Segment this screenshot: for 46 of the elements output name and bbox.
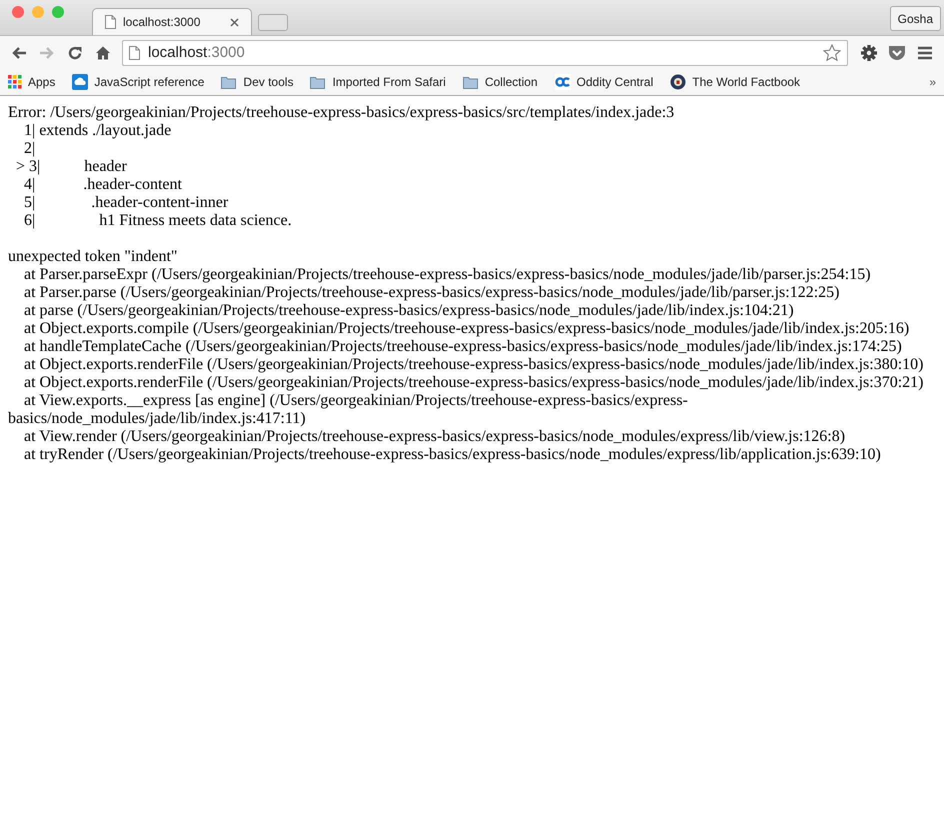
bookmark[interactable]: Oddity Central bbox=[554, 74, 654, 90]
bookmark[interactable]: Imported From Safari bbox=[310, 75, 446, 89]
folder-icon bbox=[310, 76, 326, 88]
pocket-icon[interactable] bbox=[888, 44, 906, 60]
bookmark[interactable]: Collection bbox=[462, 75, 538, 89]
page-icon bbox=[105, 15, 116, 29]
folder-icon bbox=[221, 76, 238, 88]
apps-grid-icon bbox=[8, 75, 22, 89]
error-text-line: at tryRender (/Users/georgeakinian/Projects/treehouse-express-basics/express-basics/node_modules/express/lib/application.js:639:10) bbox=[23, 446, 882, 464]
seal-icon bbox=[670, 74, 686, 90]
error-text-line: 6| h1 Fitness meets data science. bbox=[23, 212, 293, 230]
error-text-line: at Object.exports.renderFile (/Users/georgeakinian/Projects/treehouse-express-basics/express-basics/node_modules/jade/lib/index.js:370:21) bbox=[23, 374, 924, 392]
error-text-line: at View.render (/Users/georgeakinian/Projects/treehouse-express-basics/express-basics/node_modules/express/lib/view.js:126:8) bbox=[23, 428, 846, 446]
error-text-line: 4| .header-content bbox=[23, 176, 183, 194]
profile-button[interactable]: Gosha bbox=[890, 6, 941, 31]
page-icon bbox=[129, 46, 140, 60]
error-text-line: at parse (/Users/georgeakinian/Projects/treehouse-express-basics/express-basics/node_modules/jade/lib/index.js:104:21) bbox=[23, 302, 795, 320]
reload-icon[interactable] bbox=[67, 44, 83, 60]
error-text-line: at View.exports.__express [as engine] (/Users/georgeakinian/Projects/treehouse-express-basics/express-basics/node_modules/jade/lib/index.js:417:11) bbox=[8, 392, 689, 428]
error-text-line: 2| bbox=[23, 140, 36, 158]
bookmark[interactable]: Dev tools bbox=[221, 75, 294, 89]
error-text-line: at Parser.parseExpr (/Users/georgeakinian/Projects/treehouse-express-basics/express-basics/node_modules/jade/lib/parser.js:254:15) bbox=[23, 266, 872, 284]
cloud-icon bbox=[72, 74, 88, 90]
home-icon[interactable] bbox=[95, 44, 111, 60]
error-text-line: at Object.exports.renderFile (/Users/georgeakinian/Projects/treehouse-express-basics/express-basics/node_modules/jade/lib/index.js:380:10) bbox=[23, 356, 924, 374]
settings-icon[interactable] bbox=[860, 44, 878, 62]
back-icon[interactable] bbox=[11, 44, 27, 60]
bookmark[interactable]: The World Factbook bbox=[670, 74, 800, 90]
address-field[interactable]: localhost:3000 bbox=[122, 40, 848, 66]
bookmarks-overflow-button[interactable]: » bbox=[929, 75, 936, 89]
folder-icon bbox=[462, 76, 479, 88]
error-text-line: > 3| header bbox=[15, 158, 128, 176]
error-text-line: 5| .header-content-inner bbox=[23, 194, 230, 212]
close-icon[interactable] bbox=[230, 18, 239, 26]
error-text-line: at Parser.parse (/Users/georgeakinian/Projects/treehouse-express-basics/express-basics/node_modules/jade/lib/parser.js:122:25) bbox=[23, 284, 840, 302]
browser-tab[interactable]: localhost:3000 bbox=[92, 8, 252, 35]
menu-icon[interactable] bbox=[917, 46, 933, 60]
error-text-line: at handleTemplateCache (/Users/georgeakinian/Projects/treehouse-express-basics/express-basics/node_modules/jade/lib/index.js:174:25) bbox=[23, 338, 903, 356]
error-text-line: unexpected token "indent" bbox=[8, 248, 178, 266]
error-text-line: at Object.exports.compile (/Users/georgeakinian/Projects/treehouse-express-basics/express-basics/node_modules/jade/lib/index.js:205:16) bbox=[23, 320, 910, 338]
error-text-line: 1| extends ./layout.jade bbox=[23, 122, 172, 140]
bookmark[interactable]: JavaScript reference bbox=[72, 74, 204, 90]
oc-logo-icon bbox=[554, 74, 571, 90]
bookmark[interactable]: Apps bbox=[8, 75, 56, 89]
star-icon[interactable] bbox=[823, 44, 841, 62]
error-text-line: Error: /Users/georgeakinian/Projects/treehouse-express-basics/express-basics/src/templates/index.jade:3 bbox=[8, 104, 676, 122]
